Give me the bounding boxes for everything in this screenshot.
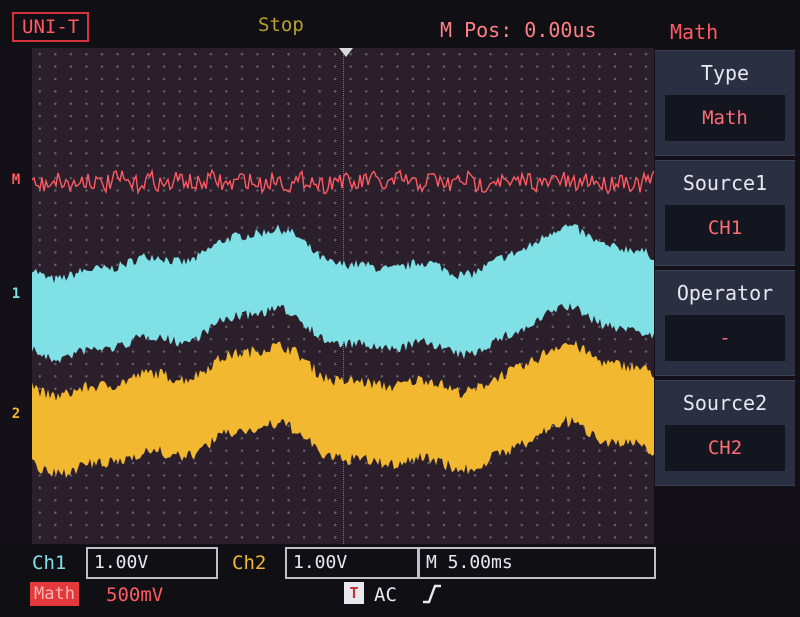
math-channel-marker: M xyxy=(11,172,21,188)
ch2-scale: 1.00V xyxy=(285,547,419,579)
timebase: M 5.00ms xyxy=(418,547,656,579)
trigger-t-icon: T xyxy=(344,582,364,604)
waveform-traces xyxy=(32,168,654,479)
menu-title: Math xyxy=(670,20,719,44)
oscilloscope-screen: UNI-T Stop M Pos: 0.00us Math M 1 2 Type… xyxy=(0,0,800,617)
menu-item-source1[interactable]: Source1 CH1 xyxy=(655,160,795,266)
horizontal-position: M Pos: 0.00us xyxy=(440,18,597,42)
rising-edge-icon xyxy=(423,584,441,604)
menu-item-value: CH2 xyxy=(665,425,785,471)
menu-item-label: Source2 xyxy=(682,391,768,415)
math-label: Math xyxy=(30,582,79,606)
menu-item-label: Type xyxy=(700,61,750,85)
menu-item-label: Operator xyxy=(676,281,774,305)
ch2-label: Ch2 xyxy=(232,552,267,574)
menu-item-value: - xyxy=(665,315,785,361)
trigger-coupling: AC xyxy=(374,584,397,606)
ch1-channel-marker: 1 xyxy=(11,286,21,302)
menu-item-operator[interactable]: Operator - xyxy=(655,270,795,376)
ch2-waveform xyxy=(32,340,654,479)
math-waveform xyxy=(32,168,654,195)
ch1-waveform xyxy=(32,224,654,363)
menu-item-value: Math xyxy=(665,95,785,141)
ch2-channel-marker: 2 xyxy=(11,406,21,422)
math-scale: 500mV xyxy=(106,584,164,606)
menu-item-value: CH1 xyxy=(665,205,785,251)
menu-item-type[interactable]: Type Math xyxy=(655,50,795,156)
menu-item-label: Source1 xyxy=(682,171,768,195)
ch1-scale: 1.00V xyxy=(86,547,218,579)
run-state: Stop xyxy=(258,14,304,36)
menu-item-source2[interactable]: Source2 CH2 xyxy=(655,380,795,486)
status-bar: UNI-T Stop M Pos: 0.00us Math xyxy=(0,0,800,46)
ch1-label: Ch1 xyxy=(32,552,67,574)
brand-label: UNI-T xyxy=(12,12,90,42)
math-side-menu: Type Math Source1 CH1 Operator - Source2… xyxy=(655,50,795,550)
